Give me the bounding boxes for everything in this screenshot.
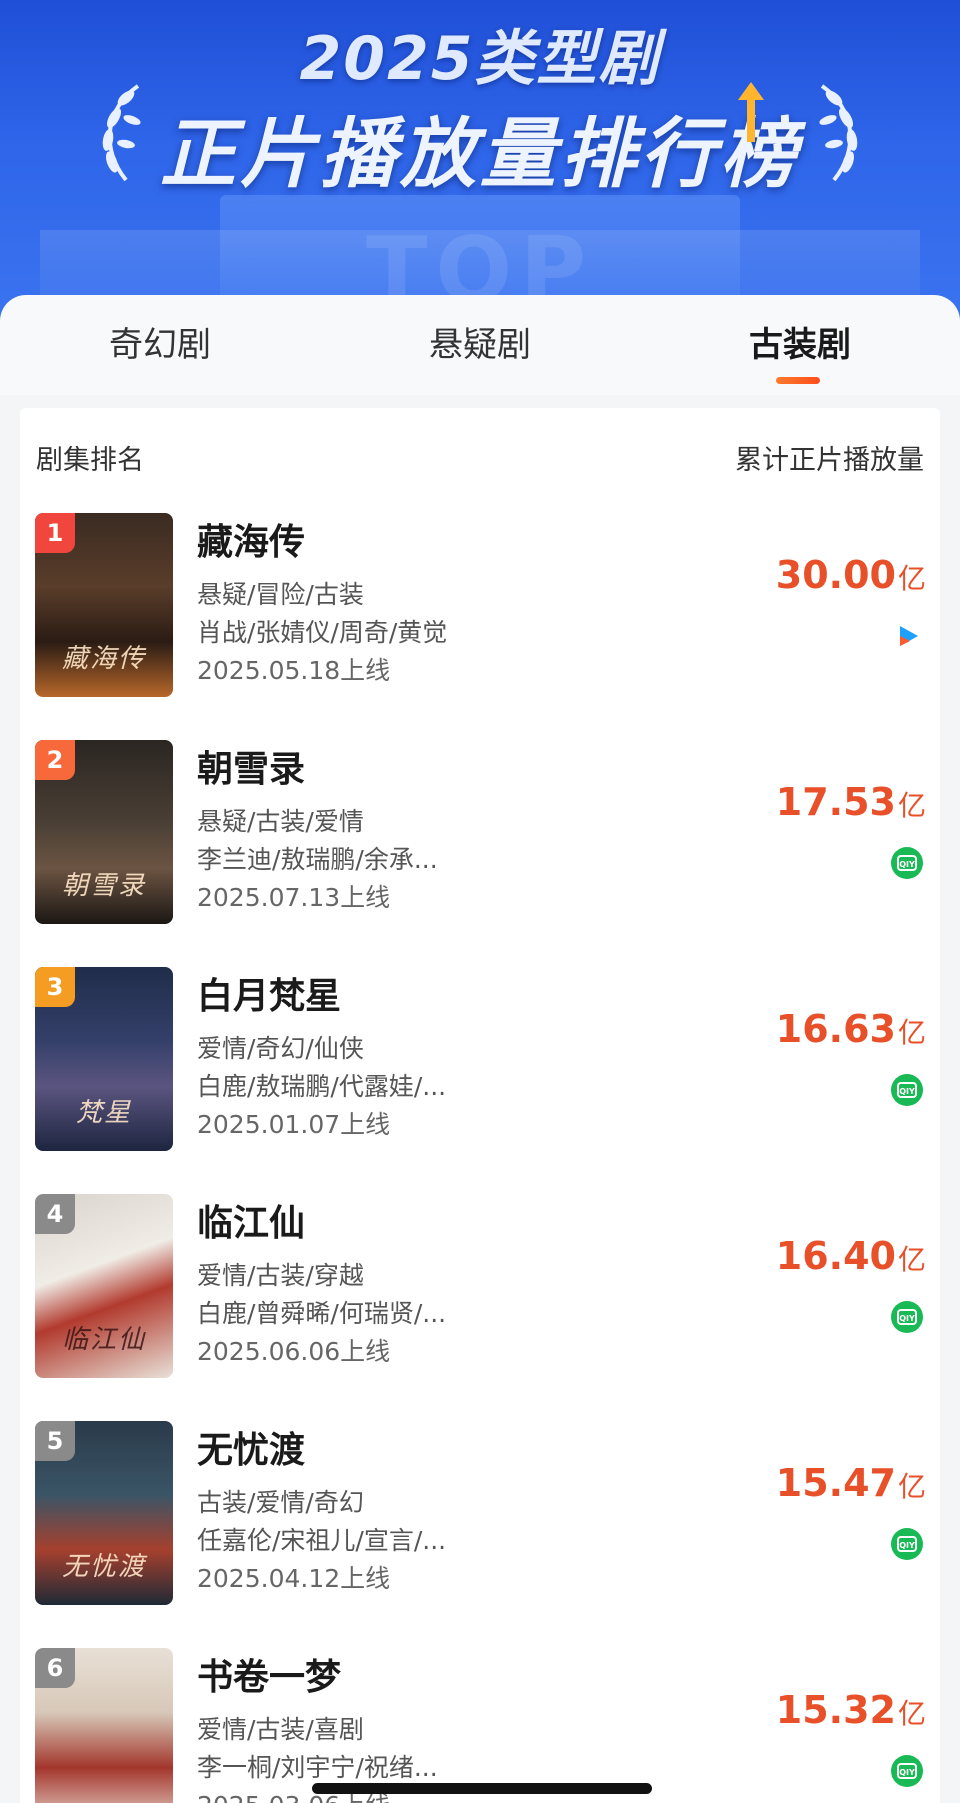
play-count-unit: 亿	[897, 789, 926, 822]
drama-release-date: 2025.06.06上线	[197, 1337, 391, 1366]
category-tabs: 奇幻剧 悬疑剧 古装剧	[0, 295, 960, 395]
banner-title-top: 2025类型剧	[299, 24, 661, 94]
drama-title[interactable]: 临江仙	[197, 1194, 305, 1246]
play-count-value: 15.32	[775, 1688, 896, 1732]
drama-genres: 古装/爱情/奇幻	[197, 1488, 364, 1517]
poster-caption: 无忧渡	[61, 1552, 146, 1582]
poster-caption: 梵星	[75, 1098, 132, 1128]
tab-costume[interactable]: 古装剧	[640, 317, 960, 373]
youku-icon	[891, 620, 923, 652]
play-count-unit: 亿	[897, 1697, 926, 1730]
drama-title[interactable]: 无忧渡	[197, 1421, 305, 1473]
play-count: 16.63亿	[776, 1007, 926, 1051]
drama-cast: 李兰迪/敖瑞鹏/余承...	[197, 845, 438, 874]
drama-release-date: 2025.04.12上线	[197, 1564, 391, 1593]
drama-row[interactable]: 梵星 3 白月梵星 爱情/奇幻/仙侠 白鹿/敖瑞鹏/代露娃/... 2025.0…	[20, 967, 940, 1153]
active-tab-indicator	[776, 377, 820, 384]
drama-row[interactable]: 朝雪录 2 朝雪录 悬疑/古装/爱情 李兰迪/敖瑞鹏/余承... 2025.07…	[20, 740, 940, 926]
svg-text:QIY: QIY	[899, 1541, 915, 1550]
drama-poster[interactable]: 临江仙 4	[35, 1194, 173, 1378]
drama-genres: 爱情/古装/喜剧	[197, 1715, 364, 1744]
poster-caption: 朝雪录	[61, 871, 146, 901]
drama-release-date: 2025.07.13上线	[197, 883, 391, 912]
drama-poster[interactable]: 6	[35, 1648, 173, 1803]
drama-cast: 任嘉伦/宋祖儿/宣言/...	[197, 1526, 447, 1555]
play-count: 17.53亿	[776, 780, 926, 824]
ranking-list: 剧集排名 累计正片播放量 藏海传 1 藏海传 悬疑/冒险/古装 肖战/张婧仪/周…	[20, 408, 940, 1803]
poster-caption: 藏海传	[61, 644, 146, 674]
drama-title[interactable]: 白月梵星	[197, 967, 341, 1019]
drama-genres: 悬疑/冒险/古装	[197, 580, 364, 609]
play-count: 30.00亿	[776, 553, 926, 597]
drama-release-date: 2025.01.07上线	[197, 1110, 391, 1139]
play-count-value: 15.47	[775, 1461, 896, 1505]
rank-badge: 3	[35, 967, 75, 1007]
drama-release-date: 2025.05.18上线	[197, 656, 391, 685]
list-header-rank: 剧集排名	[36, 445, 144, 476]
tab-mystery[interactable]: 悬疑剧	[320, 317, 640, 373]
drama-row[interactable]: 临江仙 4 临江仙 爱情/古装/穿越 白鹿/曾舜晞/何瑞贤/... 2025.0…	[20, 1194, 940, 1380]
drama-title[interactable]: 藏海传	[197, 513, 305, 565]
drama-title[interactable]: 书卷一梦	[197, 1648, 341, 1700]
drama-cast: 白鹿/敖瑞鹏/代露娃/...	[197, 1072, 447, 1101]
tab-fantasy[interactable]: 奇幻剧	[0, 317, 320, 373]
play-count: 15.47亿	[776, 1461, 926, 1505]
drama-poster[interactable]: 无忧渡 5	[35, 1421, 173, 1605]
drama-cast: 肖战/张婧仪/周奇/黄觉	[197, 618, 448, 647]
rank-badge: 6	[35, 1648, 75, 1688]
play-count-unit: 亿	[897, 1470, 926, 1503]
rank-badge: 4	[35, 1194, 75, 1234]
rank-badge: 2	[35, 740, 75, 780]
banner-title-main: 正片播放量排行榜	[160, 109, 800, 198]
play-count-unit: 亿	[897, 1016, 926, 1049]
play-count-value: 16.63	[775, 1007, 896, 1051]
rank-badge: 1	[35, 513, 75, 553]
poster-caption: 临江仙	[61, 1325, 146, 1355]
home-indicator[interactable]	[312, 1783, 652, 1794]
play-count-value: 16.40	[775, 1234, 896, 1278]
drama-poster[interactable]: 藏海传 1	[35, 513, 173, 697]
play-count-value: 30.00	[775, 553, 896, 597]
drama-genres: 爱情/古装/穿越	[197, 1261, 364, 1290]
list-header-views: 累计正片播放量	[735, 445, 924, 476]
svg-text:QIY: QIY	[899, 860, 915, 869]
up-arrow-icon	[738, 82, 764, 142]
drama-row[interactable]: 6 书卷一梦 爱情/古装/喜剧 李一桐/刘宇宁/祝绪... 2025.03.06…	[20, 1648, 940, 1803]
drama-poster[interactable]: 梵星 3	[35, 967, 173, 1151]
iqiyi-icon: QIY	[891, 1074, 923, 1106]
svg-text:QIY: QIY	[899, 1768, 915, 1777]
play-count-unit: 亿	[897, 562, 926, 595]
drama-genres: 悬疑/古装/爱情	[197, 807, 364, 836]
drama-genres: 爱情/奇幻/仙侠	[197, 1034, 364, 1063]
drama-row[interactable]: 藏海传 1 藏海传 悬疑/冒险/古装 肖战/张婧仪/周奇/黄觉 2025.05.…	[20, 513, 940, 699]
drama-cast: 白鹿/曾舜晞/何瑞贤/...	[197, 1299, 447, 1328]
play-count-value: 17.53	[775, 780, 896, 824]
svg-text:QIY: QIY	[899, 1314, 915, 1323]
play-count-unit: 亿	[897, 1243, 926, 1276]
drama-title[interactable]: 朝雪录	[197, 740, 305, 792]
iqiyi-icon: QIY	[891, 1528, 923, 1560]
iqiyi-icon: QIY	[891, 1755, 923, 1787]
iqiyi-icon: QIY	[891, 1301, 923, 1333]
play-count: 15.32亿	[776, 1688, 926, 1732]
rank-badge: 5	[35, 1421, 75, 1461]
ranking-banner: TOP 2025类型剧 正片播放量排行榜	[0, 0, 960, 330]
iqiyi-icon: QIY	[891, 847, 923, 879]
drama-poster[interactable]: 朝雪录 2	[35, 740, 173, 924]
drama-cast: 李一桐/刘宇宁/祝绪...	[197, 1753, 438, 1782]
play-count: 16.40亿	[776, 1234, 926, 1278]
drama-row[interactable]: 无忧渡 5 无忧渡 古装/爱情/奇幻 任嘉伦/宋祖儿/宣言/... 2025.0…	[20, 1421, 940, 1607]
svg-text:QIY: QIY	[899, 1087, 915, 1096]
